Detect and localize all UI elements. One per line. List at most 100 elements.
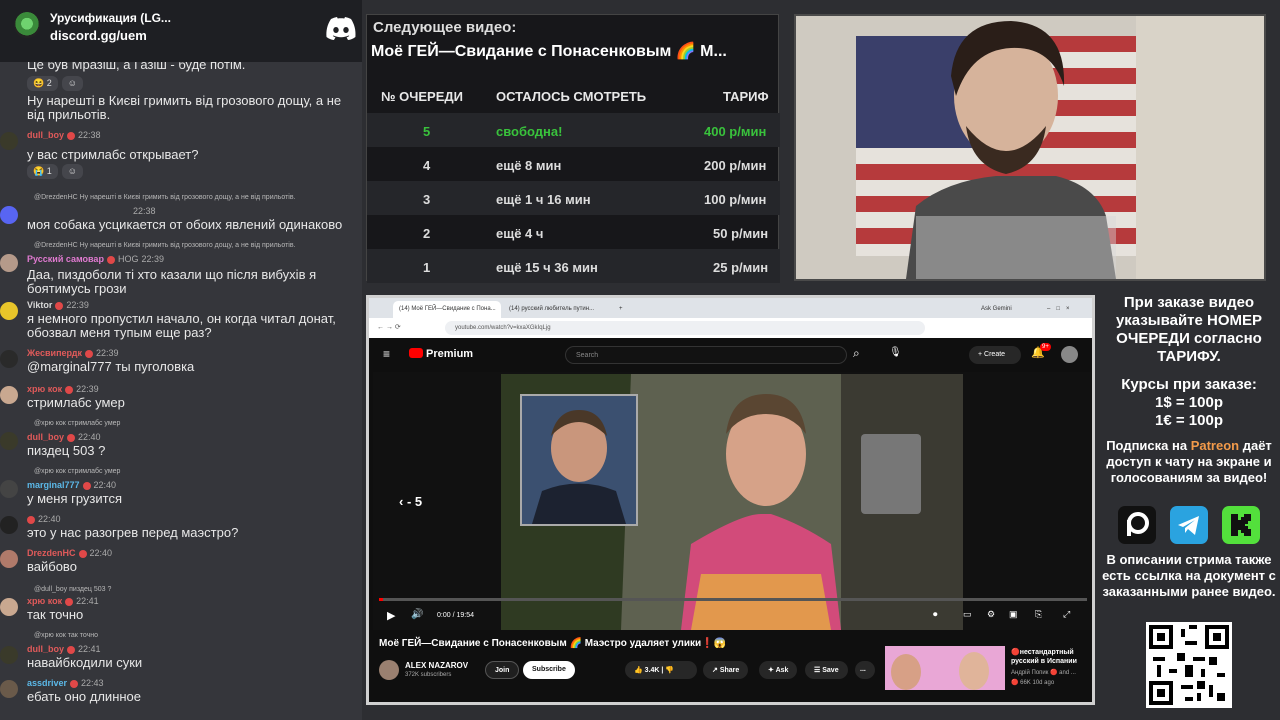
- message-text: стримлабс умер: [27, 395, 125, 410]
- message-text: вайбово: [27, 559, 77, 574]
- reply-preview[interactable]: @DrezdenHC Ну нарешті в Києві гримить ві…: [34, 194, 296, 201]
- ask-label: Ask: [775, 667, 789, 674]
- username[interactable]: Viktor: [27, 300, 52, 310]
- seek-back-label: - 5: [406, 494, 423, 509]
- username[interactable]: dull_boy: [27, 130, 64, 140]
- reply-preview[interactable]: @хрю кок стримлабс умер: [34, 468, 120, 475]
- rates-heading: Курсы при заказе:: [1121, 376, 1257, 393]
- username[interactable]: хрю кок: [27, 596, 62, 606]
- share-button[interactable]: ↗ Share: [703, 661, 749, 679]
- reply-preview[interactable]: @хрю кок стримлабс умер: [34, 420, 120, 427]
- info-panel: При заказе видео указывайте НОМЕР ОЧЕРЕД…: [1098, 292, 1280, 720]
- username[interactable]: Жесвипердк: [27, 348, 82, 358]
- username[interactable]: Русский самовар: [27, 254, 104, 264]
- nav-buttons-icon[interactable]: ← → ⟳: [377, 323, 401, 331]
- mic-icon[interactable]: 🎙: [889, 347, 902, 358]
- add-reaction-icon[interactable]: ☺: [61, 164, 83, 179]
- settings-icon[interactable]: ⚙: [987, 609, 995, 620]
- add-reaction-icon[interactable]: ☺: [61, 76, 83, 91]
- time-left: ещё 15 ч 36 мин: [496, 260, 598, 275]
- qr-pattern: [1149, 625, 1229, 705]
- avatar: [0, 386, 18, 404]
- like-dislike-button[interactable]: 👍 3.4K | 👎: [625, 661, 697, 679]
- username[interactable]: DrezdenHC: [27, 548, 76, 558]
- patreon-info: Подписка на Patreon даёт доступ к чату н…: [1104, 438, 1274, 486]
- volume-icon[interactable]: 🔊: [411, 609, 423, 620]
- captions-icon[interactable]: ▭: [963, 609, 972, 620]
- badge-icon: [67, 131, 76, 140]
- timestamp: 22:40: [38, 514, 61, 524]
- reply-preview[interactable]: @dull_boy пиздец 503 ?: [34, 586, 111, 593]
- col-queue-number: № ОЧЕРЕДИ: [381, 89, 463, 104]
- channel-name[interactable]: ALEX NAZAROV: [405, 661, 468, 670]
- username[interactable]: dull_boy: [27, 644, 64, 654]
- username[interactable]: marginal777: [27, 480, 80, 490]
- join-button[interactable]: Join: [485, 661, 520, 679]
- menu-icon[interactable]: ≡: [383, 347, 390, 361]
- account-avatar[interactable]: [1061, 346, 1078, 363]
- timestamp: 22:40: [78, 432, 101, 442]
- table-row: 1 ещё 15 ч 36 мин 25 р/мин: [367, 249, 780, 283]
- autoplay-icon[interactable]: ⏺: [933, 609, 938, 620]
- rate-eur: 1€ = 100р: [1155, 412, 1223, 429]
- queue-num: 5: [423, 124, 431, 139]
- channel-row: ALEX NAZAROV 372K subscribers Join Subsc…: [379, 658, 879, 682]
- ask-gemini-button[interactable]: Ask Gemini: [975, 301, 1025, 318]
- username[interactable]: dull_boy: [27, 432, 64, 442]
- more-button[interactable]: ...: [855, 661, 875, 679]
- miniplayer-icon[interactable]: ▣: [1009, 609, 1018, 620]
- queue-panel: Следующее видео: Моё ГЕЙ—Свидание с Пона…: [366, 14, 780, 283]
- seek-back-indicator: ‹ - 5: [399, 494, 423, 509]
- cast-icon[interactable]: ⎘: [1035, 609, 1042, 620]
- youtube-logo[interactable]: Premium: [409, 348, 473, 360]
- youtube-play-icon: [409, 348, 423, 358]
- rec-title: 🔴нестандартный русский в Испании: [1011, 649, 1077, 665]
- username[interactable]: assdriver: [27, 678, 67, 688]
- time-left: свободна!: [496, 124, 563, 139]
- create-button[interactable]: + Create: [969, 346, 1021, 364]
- patreon-link[interactable]: Patreon: [1191, 438, 1239, 453]
- url-field[interactable]: youtube.com/watch?v=kxaXGkIqLjg: [445, 321, 925, 335]
- badge-icon: [78, 549, 87, 558]
- reply-preview[interactable]: @хрю кок так точно: [34, 632, 98, 639]
- reaction-cry[interactable]: 😭 1: [27, 164, 58, 179]
- subscribe-button[interactable]: Subscribe: [523, 661, 575, 679]
- avatar: [0, 206, 18, 224]
- reply-preview[interactable]: @DrezdenHC Ну нарешті в Києві гримить ві…: [34, 242, 296, 249]
- badge-icon: [27, 515, 35, 524]
- save-button[interactable]: ☰ Save: [805, 661, 848, 679]
- queue-num: 3: [423, 192, 431, 207]
- play-icon[interactable]: ▶: [387, 609, 395, 622]
- discord-header[interactable]: Урусификация (LG... discord.gg/uem: [0, 0, 362, 62]
- new-tab-button[interactable]: +: [613, 301, 627, 318]
- kick-icon[interactable]: [1222, 506, 1260, 544]
- patreon-icon[interactable]: [1118, 506, 1156, 544]
- timestamp: 22:39: [76, 384, 99, 394]
- tariff: 400 р/мин: [704, 124, 767, 139]
- reaction-laugh[interactable]: 😆 2: [27, 76, 58, 91]
- message-text: пиздец 503 ?: [27, 443, 106, 458]
- badge-icon: [55, 301, 64, 310]
- fullscreen-icon[interactable]: ⤢: [1063, 609, 1070, 620]
- search-input[interactable]: Search: [565, 346, 847, 364]
- window-controls[interactable]: –□×: [1041, 301, 1089, 318]
- video-title: Моё ГЕЙ—Свидание с Понасенковым 🌈 Маэстр…: [379, 638, 727, 649]
- timestamp: 22:40: [89, 548, 113, 558]
- progress-bar[interactable]: [379, 598, 1087, 601]
- channel-avatar[interactable]: [379, 660, 399, 680]
- timestamp: 22:39: [66, 300, 89, 310]
- document-info: В описании стрима также есть ссылка на д…: [1102, 552, 1276, 599]
- search-icon[interactable]: ⌕: [853, 346, 860, 361]
- qr-code[interactable]: [1146, 622, 1232, 708]
- message-text: навайбкодили суки: [27, 655, 143, 670]
- username[interactable]: хрю кок: [27, 384, 62, 394]
- time-left: ещё 4 ч: [496, 226, 544, 241]
- telegram-icon[interactable]: [1170, 506, 1208, 544]
- youtube-header: ≡ Premium Search ⌕ 🎙 + Create 🔔 9+: [369, 338, 1092, 372]
- discord-link[interactable]: discord.gg/uem: [50, 28, 147, 43]
- tab-youtube-2[interactable]: (14) русский любитель путин...: [503, 301, 611, 318]
- ask-button[interactable]: ✦ Ask: [759, 661, 798, 679]
- tab-youtube-1[interactable]: (14) Моё ГЕЙ—Свидание с Пона...: [393, 301, 501, 318]
- video-player[interactable]: ‹ - 5 ▶ 🔊 0:00 / 19:54 ⏺ ▭ ⚙ ▣ ⎘ ⤢: [373, 372, 1091, 630]
- recommended-video[interactable]: 🔴нестандартный русский в Испании Андрій …: [885, 646, 1091, 692]
